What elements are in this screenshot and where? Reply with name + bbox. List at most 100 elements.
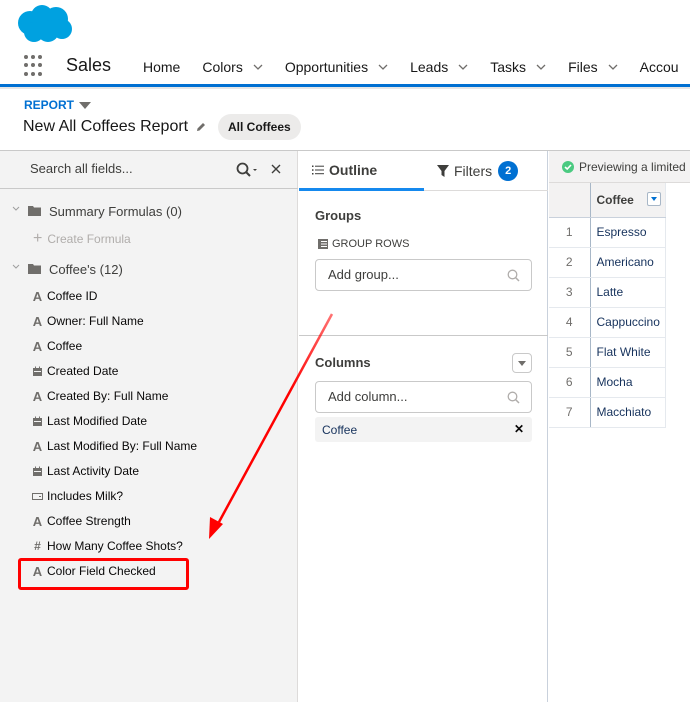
create-formula-label: Create Formula [47,232,131,246]
column-item[interactable]: Coffee ✕ [315,417,532,442]
folder-icon [28,206,41,216]
nav-item-label: Home [143,59,181,75]
field-label: Created By: Full Name [47,389,169,403]
add-group-input[interactable] [328,267,498,282]
row-number-header [549,183,591,218]
field-item[interactable]: # How Many Coffee Shots? [32,535,183,557]
groups-title: Groups [315,208,362,223]
report-type-pill: All Coffees [218,114,301,140]
nav-item-colors[interactable]: Colors [202,59,263,75]
field-item[interactable]: Last Modified Date [32,410,147,432]
chevron-down-icon[interactable] [12,264,20,270]
report-header: REPORT New All Coffees Report All Coffee… [0,89,690,151]
chevron-down-icon[interactable] [12,206,20,212]
field-label: Coffee [47,339,83,353]
cell-coffee: Cappuccino [590,307,666,338]
salesforce-logo[interactable] [14,3,74,43]
cell-coffee: Latte [590,277,666,308]
app-name: Sales [66,55,112,75]
search-icon [507,391,520,404]
annotation-highlight-box [18,558,189,590]
field-search-input[interactable] [30,161,220,176]
nav-item-opportunities[interactable]: Opportunities [285,59,388,75]
remove-column-icon[interactable]: ✕ [514,422,524,436]
field-item[interactable]: A Last Modified By: Full Name [32,435,197,457]
column-menu-button[interactable] [646,191,661,206]
report-title-text: New All Coffees Report [23,118,189,135]
tab-filters[interactable]: Filters 2 [424,151,548,191]
row-number: 2 [549,247,591,278]
preview-table: Coffee 1 Espresso 2 Americano 3 Latte 4 Capp… [549,183,666,428]
columns-menu-button[interactable] [512,353,532,373]
columns-title: Columns [315,355,371,370]
chevron-down-icon[interactable] [608,63,618,71]
field-label: Created Date [47,364,119,378]
column-header-label: Coffee [596,192,634,207]
folder-label: Summary Formulas (0) [49,204,182,219]
field-label: Owner: Full Name [47,314,144,328]
group-rows-text: GROUP ROWS [332,238,410,250]
field-search-row [0,151,298,189]
table-header-row: Coffee [549,183,666,218]
text-field-icon: A [32,388,43,404]
list-icon [312,165,324,174]
report-object-menu[interactable]: REPORT [24,98,92,112]
search-icon[interactable] [236,162,258,178]
field-item[interactable]: A Created By: Full Name [32,385,169,407]
add-column-input[interactable] [328,389,498,404]
folder-icon [28,264,41,274]
group-rows-label: GROUP ROWS [318,238,409,250]
chevron-down-icon[interactable] [458,63,468,71]
field-label: How Many Coffee Shots? [47,539,183,553]
text-field-icon: A [32,338,43,354]
column-header-coffee[interactable]: Coffee [590,183,666,218]
column-item-label: Coffee [322,423,358,437]
filter-icon [437,165,449,177]
tab-outline[interactable]: Outline [299,151,424,191]
chevron-down-icon[interactable] [536,63,546,71]
calendar-icon [33,466,42,476]
report-object-label: REPORT [24,98,75,112]
cell-coffee: Flat White [590,337,666,368]
outline-panel: Outline Filters 2 Groups GROUP ROWS Colu… [299,151,548,702]
field-item[interactable]: A Coffee ID [32,285,98,307]
preview-panel: Previewing a limited Coffee 1 Espresso 2A… [549,151,690,702]
nav-item-home[interactable]: Home [143,59,180,75]
nav-item-label: Colors [202,59,243,75]
search-icon [507,269,520,282]
field-item[interactable]: Created Date [32,360,118,382]
table-row: 1 Espresso [549,217,666,248]
row-number: 3 [549,277,591,308]
field-item[interactable]: A Coffee Strength [32,510,131,532]
text-field-icon: A [32,438,43,454]
nav-item-accounts[interactable]: Accou [640,59,679,75]
field-label: Coffee Strength [47,514,131,528]
calendar-icon [33,366,42,376]
tab-label: Filters [454,163,493,179]
table-row: 2 Americano [549,247,666,278]
add-column-field[interactable] [315,381,532,413]
close-icon[interactable] [270,163,282,175]
nav-item-leads[interactable]: Leads [410,59,468,75]
report-title: New All Coffees Report [23,118,207,136]
number-field-icon: # [34,538,41,553]
app-launcher-waffle-icon[interactable] [24,55,46,77]
pencil-edit-icon[interactable] [195,121,207,133]
chevron-down-icon[interactable] [378,63,388,71]
field-item[interactable]: Includes Milk? [32,485,123,507]
chevron-down-icon[interactable] [253,63,263,71]
field-item[interactable]: A Owner: Full Name [32,310,144,332]
cell-coffee: Espresso [590,217,666,248]
field-item[interactable]: Last Activity Date [32,460,139,482]
field-label: Last Modified Date [47,414,148,428]
field-label: Includes Milk? [47,489,124,503]
create-formula-button[interactable]: + Create Formula [33,230,131,247]
nav-item-tasks[interactable]: Tasks [490,59,546,75]
nav-item-files[interactable]: Files [568,59,618,75]
fields-panel: Summary Formulas (0) + Create Formula Co… [0,151,298,702]
plus-icon: + [33,230,43,247]
field-label: Coffee ID [47,289,98,303]
field-item[interactable]: A Coffee [32,335,82,357]
row-number: 4 [549,307,591,338]
add-group-field[interactable] [315,259,532,291]
